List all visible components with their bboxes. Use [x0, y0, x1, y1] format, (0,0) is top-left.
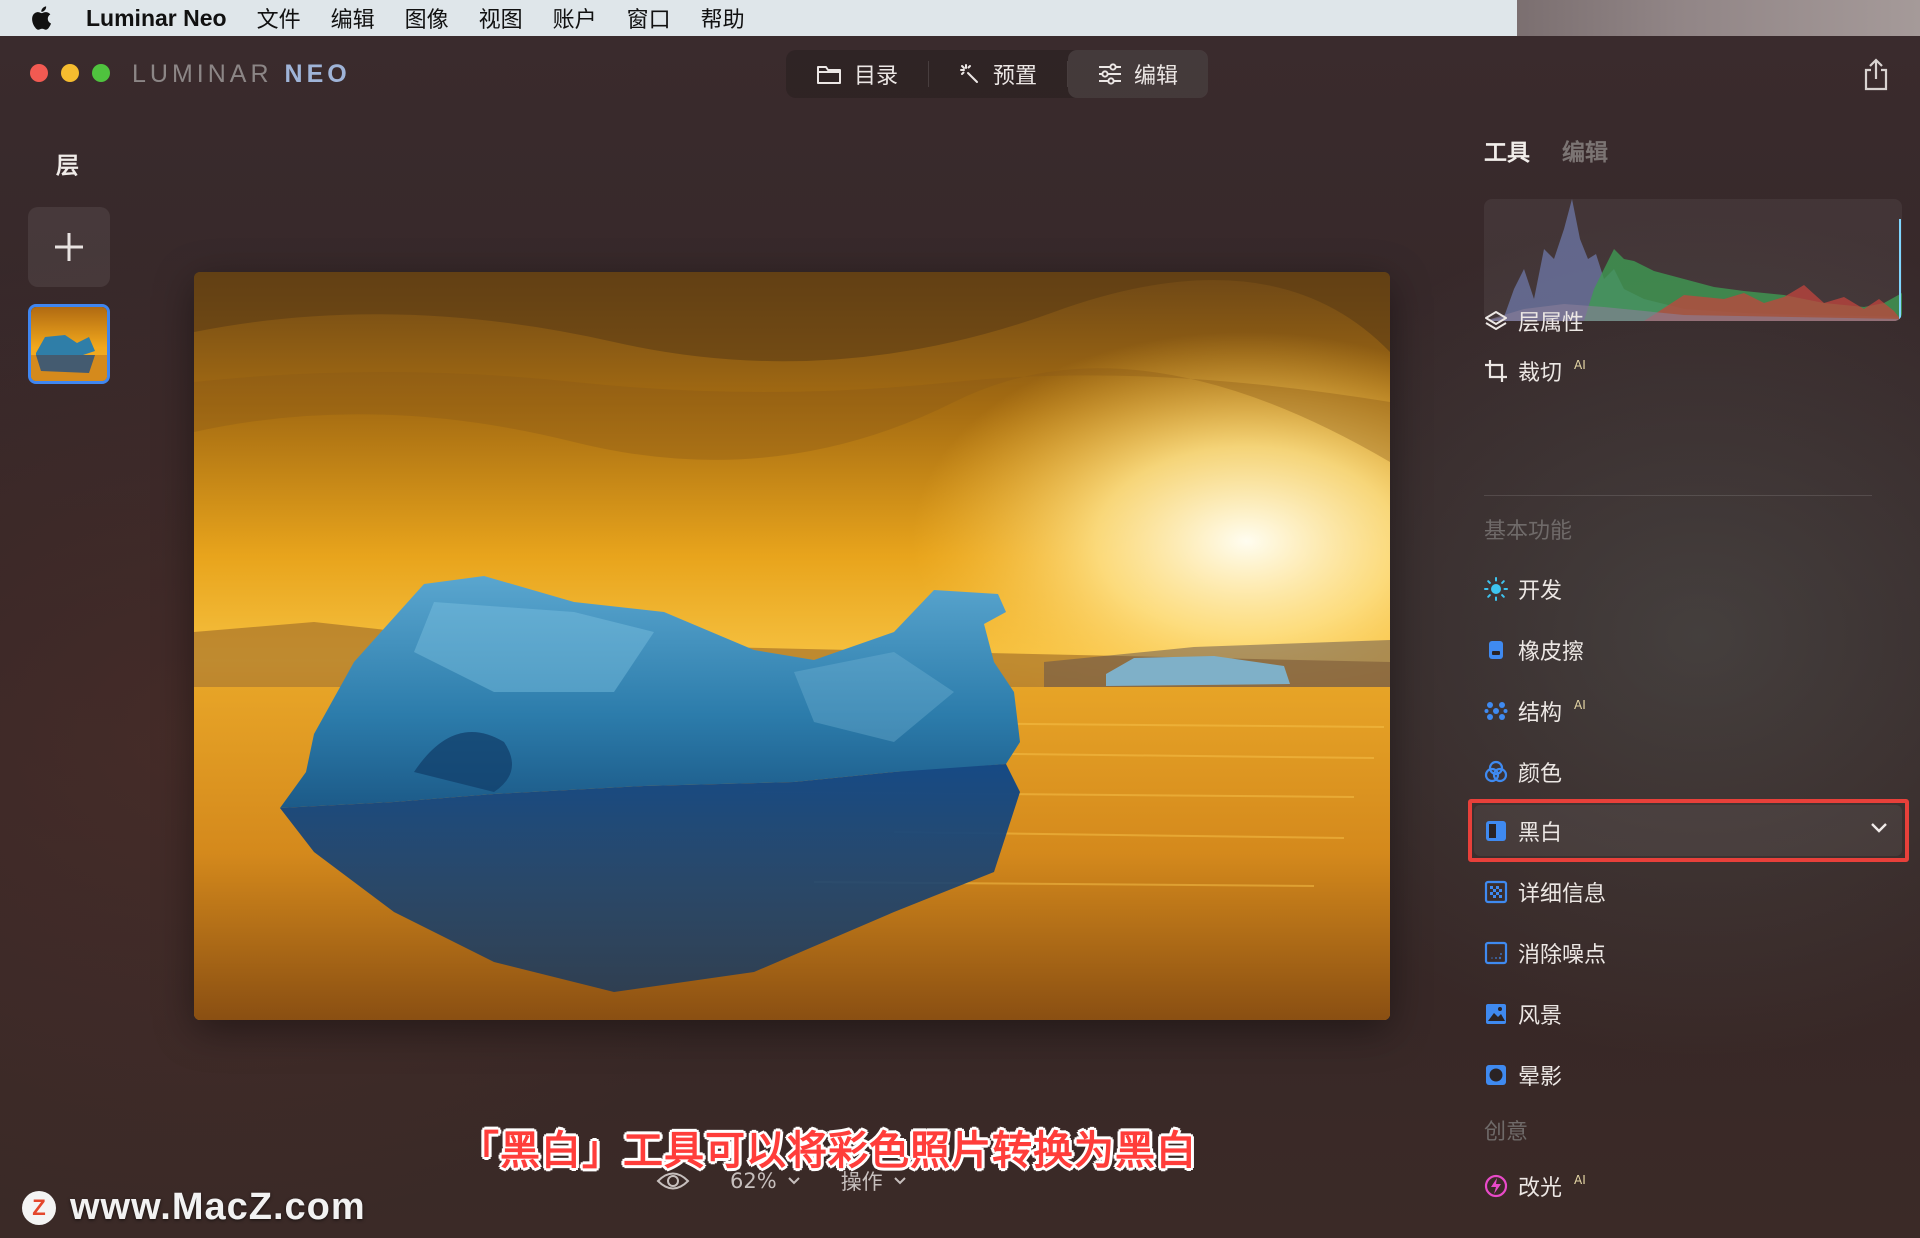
window-controls	[30, 64, 110, 82]
tool-develop[interactable]: 开发	[1484, 569, 1562, 609]
tool-details[interactable]: 详细信息	[1484, 872, 1606, 912]
right-panel-tabs: 工具 编辑	[1484, 133, 1608, 167]
crop-icon	[1484, 359, 1508, 383]
color-icon	[1484, 760, 1508, 784]
tool-label: 橡皮擦	[1518, 640, 1585, 665]
tool-label: 晕影	[1518, 1065, 1563, 1090]
tool-landscape[interactable]: 风景	[1484, 994, 1562, 1034]
details-icon	[1484, 880, 1508, 904]
sliders-icon	[1099, 63, 1122, 85]
logo-text-luminar: LUMINAR	[132, 60, 273, 88]
layer-thumbnail[interactable]	[28, 304, 110, 384]
menu-app-name[interactable]: Luminar Neo	[86, 5, 227, 32]
tool-label: 开发	[1518, 579, 1563, 604]
vignette-icon	[1484, 1063, 1508, 1087]
chevron-down-icon	[893, 1177, 906, 1185]
sun-icon	[1484, 577, 1508, 601]
tool-label: 结构	[1518, 701, 1563, 726]
tool-black-white[interactable]: 黑白	[1484, 811, 1562, 851]
menu-account[interactable]: 账户	[553, 2, 597, 34]
layers-icon	[1484, 309, 1508, 333]
tab-edits[interactable]: 编辑	[1562, 133, 1608, 167]
mode-switcher: 目录 预置 编辑	[786, 50, 1209, 98]
minimize-window-button[interactable]	[61, 64, 79, 82]
menu-help[interactable]: 帮助	[701, 2, 745, 34]
tool-label: 层属性	[1518, 311, 1585, 336]
tool-label: 改光	[1518, 1176, 1563, 1201]
chevron-down-icon[interactable]	[1870, 822, 1888, 834]
eraser-icon	[1484, 638, 1508, 662]
tool-label: 风景	[1518, 1004, 1563, 1029]
tool-crop[interactable]: 裁切 AI	[1484, 351, 1586, 391]
tool-structure[interactable]: 结构 AI	[1484, 691, 1586, 731]
add-layer-button[interactable]	[28, 207, 110, 287]
tool-label: 消除噪点	[1518, 943, 1607, 968]
app-window: LUMINAR NEO 目录 预置 编辑 层 62% 操作 「黑白」工具可以将彩…	[0, 36, 1920, 1238]
zoom-window-button[interactable]	[92, 64, 110, 82]
menu-bar-status-area	[1517, 0, 1920, 36]
tutorial-caption: 「黑白」工具可以将彩色照片转换为黑白	[459, 1128, 1197, 1174]
landscape-icon	[1484, 1002, 1508, 1026]
menu-view[interactable]: 视图	[479, 2, 523, 34]
close-window-button[interactable]	[30, 64, 48, 82]
tool-layer-properties[interactable]: 层属性	[1484, 301, 1584, 341]
tab-presets[interactable]: 预置	[929, 50, 1067, 98]
menu-image[interactable]: 图像	[405, 2, 449, 34]
menu-file[interactable]: 文件	[257, 2, 301, 34]
watermark: Z www.MacZ.com	[22, 1186, 366, 1229]
folder-icon	[817, 66, 841, 84]
tool-label: 颜色	[1518, 762, 1563, 787]
chevron-down-icon	[787, 1177, 800, 1185]
tool-label: 详细信息	[1518, 882, 1607, 907]
tab-edit[interactable]: 编辑	[1068, 50, 1209, 98]
logo-text-neo: NEO	[284, 60, 351, 88]
tab-presets-label: 预置	[993, 64, 1038, 89]
menu-window[interactable]: 窗口	[627, 2, 671, 34]
plus-icon	[55, 233, 83, 261]
app-logo: LUMINAR NEO	[132, 60, 351, 89]
tool-label: 黑白	[1518, 821, 1563, 846]
section-basic: 基本功能	[1484, 519, 1573, 544]
apple-icon[interactable]	[0, 5, 86, 31]
magic-wand-icon	[960, 64, 979, 83]
black-white-icon	[1484, 819, 1508, 843]
tool-denoise[interactable]: 消除噪点	[1484, 933, 1606, 973]
watermark-text: www.MacZ.com	[70, 1186, 366, 1228]
tab-catalog-label: 目录	[854, 64, 899, 89]
tool-label: 裁切	[1518, 361, 1563, 386]
menu-bar: Luminar Neo 文件 编辑 图像 视图 账户 窗口 帮助	[0, 0, 1920, 36]
tab-catalog[interactable]: 目录	[786, 50, 928, 98]
share-icon[interactable]	[1862, 58, 1890, 92]
tool-color[interactable]: 颜色	[1484, 752, 1562, 792]
layers-title: 层	[56, 153, 79, 179]
section-creative: 创意	[1484, 1120, 1529, 1145]
denoise-icon	[1484, 941, 1508, 965]
ai-badge: AI	[1574, 1173, 1586, 1187]
watermark-logo: Z	[22, 1190, 56, 1225]
menu-edit[interactable]: 编辑	[331, 2, 375, 34]
relight-icon	[1484, 1174, 1508, 1198]
photo-canvas[interactable]	[194, 272, 1390, 1020]
tab-tools[interactable]: 工具	[1484, 133, 1530, 167]
ai-badge: AI	[1574, 358, 1586, 372]
divider	[1484, 495, 1872, 496]
tool-eraser[interactable]: 橡皮擦	[1484, 630, 1584, 670]
structure-icon	[1484, 699, 1508, 723]
tab-edit-label: 编辑	[1134, 64, 1179, 89]
tool-vignette[interactable]: 晕影	[1484, 1055, 1562, 1095]
ai-badge: AI	[1574, 698, 1586, 712]
tool-relight[interactable]: 改光 AI	[1484, 1166, 1586, 1206]
